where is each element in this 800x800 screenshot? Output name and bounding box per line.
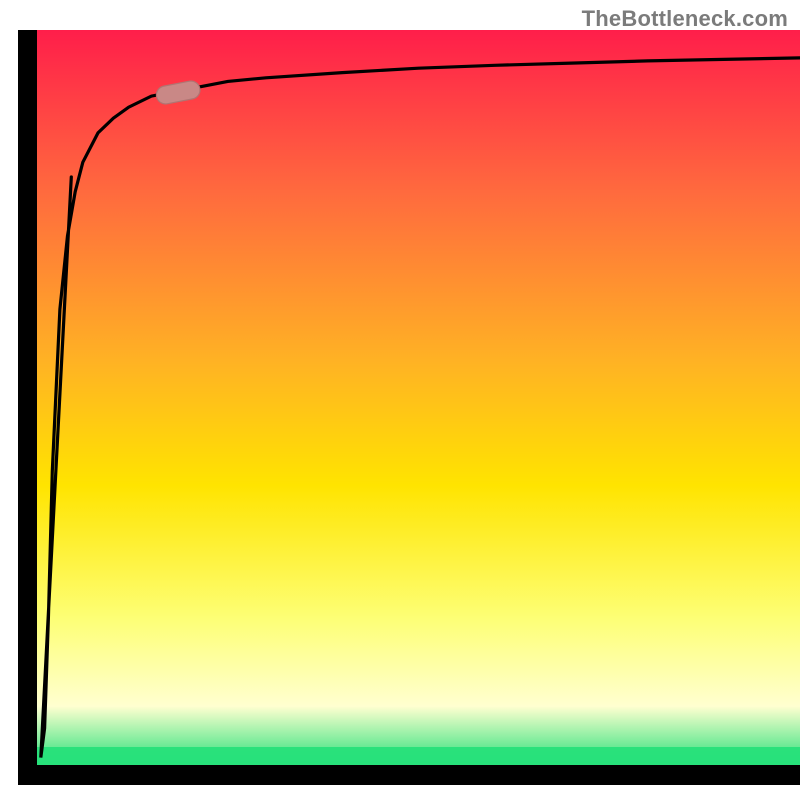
chart-stage: TheBottleneck.com [0,0,800,800]
x-axis [18,765,800,785]
watermark-text: TheBottleneck.com [582,6,788,32]
green-band [37,747,800,765]
y-axis [18,30,37,770]
gradient-background [37,30,800,765]
chart-svg [0,0,800,800]
